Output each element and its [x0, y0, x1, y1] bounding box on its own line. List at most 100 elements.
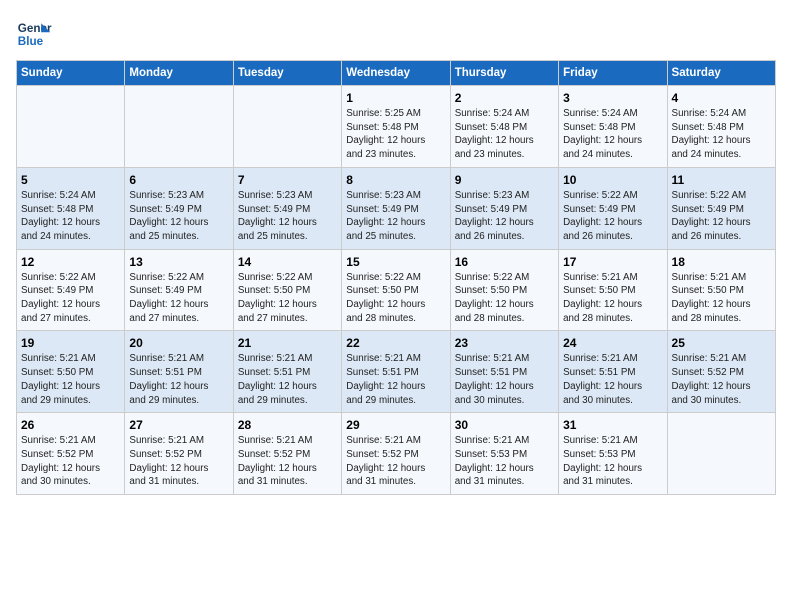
calendar-cell: 21 Sunrise: 5:21 AM Sunset: 5:51 PM Dayli…: [233, 331, 341, 413]
day-info: Sunrise: 5:21 AM Sunset: 5:51 PM Dayligh…: [563, 352, 662, 407]
calendar-cell: [17, 86, 125, 168]
calendar-cell: 29 Sunrise: 5:21 AM Sunset: 5:52 PM Dayli…: [342, 413, 450, 495]
calendar-cell: 15 Sunrise: 5:22 AM Sunset: 5:50 PM Dayli…: [342, 249, 450, 331]
day-number: 12: [21, 255, 120, 269]
day-info: Sunrise: 5:21 AM Sunset: 5:50 PM Dayligh…: [21, 352, 120, 407]
day-info: Sunrise: 5:21 AM Sunset: 5:51 PM Dayligh…: [455, 352, 554, 407]
col-header-monday: Monday: [125, 61, 233, 86]
calendar-cell: 1 Sunrise: 5:25 AM Sunset: 5:48 PM Daylig…: [342, 86, 450, 168]
day-number: 1: [346, 91, 445, 105]
calendar-cell: 7 Sunrise: 5:23 AM Sunset: 5:49 PM Daylig…: [233, 167, 341, 249]
day-number: 28: [238, 418, 337, 432]
col-header-wednesday: Wednesday: [342, 61, 450, 86]
day-number: 18: [672, 255, 771, 269]
logo-icon: General Blue: [16, 16, 52, 52]
calendar-cell: 31 Sunrise: 5:21 AM Sunset: 5:53 PM Dayli…: [559, 413, 667, 495]
logo: General Blue: [16, 16, 52, 52]
day-number: 26: [21, 418, 120, 432]
calendar-cell: 9 Sunrise: 5:23 AM Sunset: 5:49 PM Daylig…: [450, 167, 558, 249]
day-info: Sunrise: 5:21 AM Sunset: 5:52 PM Dayligh…: [238, 434, 337, 489]
calendar-cell: [233, 86, 341, 168]
calendar-cell: 12 Sunrise: 5:22 AM Sunset: 5:49 PM Dayli…: [17, 249, 125, 331]
calendar-cell: 22 Sunrise: 5:21 AM Sunset: 5:51 PM Dayli…: [342, 331, 450, 413]
day-number: 22: [346, 336, 445, 350]
day-number: 6: [129, 173, 228, 187]
calendar-cell: 14 Sunrise: 5:22 AM Sunset: 5:50 PM Dayli…: [233, 249, 341, 331]
day-number: 2: [455, 91, 554, 105]
col-header-saturday: Saturday: [667, 61, 775, 86]
day-number: 11: [672, 173, 771, 187]
page-header: General Blue: [16, 16, 776, 52]
day-number: 9: [455, 173, 554, 187]
day-info: Sunrise: 5:24 AM Sunset: 5:48 PM Dayligh…: [21, 189, 120, 244]
calendar-cell: 2 Sunrise: 5:24 AM Sunset: 5:48 PM Daylig…: [450, 86, 558, 168]
day-info: Sunrise: 5:22 AM Sunset: 5:49 PM Dayligh…: [21, 271, 120, 326]
calendar-cell: [667, 413, 775, 495]
col-header-thursday: Thursday: [450, 61, 558, 86]
day-info: Sunrise: 5:21 AM Sunset: 5:51 PM Dayligh…: [238, 352, 337, 407]
calendar-cell: 10 Sunrise: 5:22 AM Sunset: 5:49 PM Dayli…: [559, 167, 667, 249]
calendar-cell: 8Sunrise: 5:23 AM Sunset: 5:49 PM Daylig…: [342, 167, 450, 249]
calendar-header-row: SundayMondayTuesdayWednesdayThursdayFrid…: [17, 61, 776, 86]
calendar-cell: 20Sunrise: 5:21 AM Sunset: 5:51 PM Dayli…: [125, 331, 233, 413]
calendar-week-row: 1 Sunrise: 5:25 AM Sunset: 5:48 PM Daylig…: [17, 86, 776, 168]
day-number: 10: [563, 173, 662, 187]
day-number: 4: [672, 91, 771, 105]
calendar-cell: 25 Sunrise: 5:21 AM Sunset: 5:52 PM Dayli…: [667, 331, 775, 413]
svg-text:Blue: Blue: [18, 35, 44, 48]
calendar-cell: 16 Sunrise: 5:22 AM Sunset: 5:50 PM Dayli…: [450, 249, 558, 331]
day-info: Sunrise: 5:24 AM Sunset: 5:48 PM Dayligh…: [455, 107, 554, 162]
day-number: 3: [563, 91, 662, 105]
calendar-cell: 4 Sunrise: 5:24 AM Sunset: 5:48 PM Daylig…: [667, 86, 775, 168]
day-info: Sunrise: 5:23 AM Sunset: 5:49 PM Dayligh…: [455, 189, 554, 244]
day-info: Sunrise: 5:24 AM Sunset: 5:48 PM Dayligh…: [672, 107, 771, 162]
day-info: Sunrise: 5:21 AM Sunset: 5:53 PM Dayligh…: [563, 434, 662, 489]
day-info: Sunrise: 5:21 AM Sunset: 5:51 PM Dayligh…: [346, 352, 445, 407]
calendar-cell: 3 Sunrise: 5:24 AM Sunset: 5:48 PM Daylig…: [559, 86, 667, 168]
calendar-cell: 30 Sunrise: 5:21 AM Sunset: 5:53 PM Dayli…: [450, 413, 558, 495]
day-number: 30: [455, 418, 554, 432]
calendar-week-row: 26 Sunrise: 5:21 AM Sunset: 5:52 PM Dayli…: [17, 413, 776, 495]
day-info: Sunrise: 5:22 AM Sunset: 5:50 PM Dayligh…: [455, 271, 554, 326]
day-number: 16: [455, 255, 554, 269]
day-info: Sunrise: 5:23 AM Sunset: 5:49 PM Dayligh…: [238, 189, 337, 244]
day-number: 31: [563, 418, 662, 432]
day-number: 19: [21, 336, 120, 350]
calendar-week-row: 19 Sunrise: 5:21 AM Sunset: 5:50 PM Dayli…: [17, 331, 776, 413]
calendar-cell: 5 Sunrise: 5:24 AM Sunset: 5:48 PM Daylig…: [17, 167, 125, 249]
col-header-tuesday: Tuesday: [233, 61, 341, 86]
day-info: Sunrise: 5:23 AM Sunset: 5:49 PM Dayligh…: [129, 189, 228, 244]
day-number: 29: [346, 418, 445, 432]
day-info: Sunrise: 5:22 AM Sunset: 5:49 PM Dayligh…: [129, 271, 228, 326]
calendar-cell: [125, 86, 233, 168]
day-number: 25: [672, 336, 771, 350]
day-number: 7: [238, 173, 337, 187]
day-number: 23: [455, 336, 554, 350]
calendar-cell: 19 Sunrise: 5:21 AM Sunset: 5:50 PM Dayli…: [17, 331, 125, 413]
day-number: 21: [238, 336, 337, 350]
day-info: Sunrise: 5:25 AM Sunset: 5:48 PM Dayligh…: [346, 107, 445, 162]
calendar-cell: 24Sunrise: 5:21 AM Sunset: 5:51 PM Dayli…: [559, 331, 667, 413]
calendar-cell: 11Sunrise: 5:22 AM Sunset: 5:49 PM Dayli…: [667, 167, 775, 249]
calendar-table: SundayMondayTuesdayWednesdayThursdayFrid…: [16, 60, 776, 495]
day-info: Sunrise: 5:22 AM Sunset: 5:50 PM Dayligh…: [346, 271, 445, 326]
day-info: Sunrise: 5:22 AM Sunset: 5:49 PM Dayligh…: [563, 189, 662, 244]
day-info: Sunrise: 5:21 AM Sunset: 5:52 PM Dayligh…: [346, 434, 445, 489]
day-info: Sunrise: 5:21 AM Sunset: 5:53 PM Dayligh…: [455, 434, 554, 489]
calendar-cell: 6 Sunrise: 5:23 AM Sunset: 5:49 PM Daylig…: [125, 167, 233, 249]
day-info: Sunrise: 5:24 AM Sunset: 5:48 PM Dayligh…: [563, 107, 662, 162]
day-info: Sunrise: 5:22 AM Sunset: 5:50 PM Dayligh…: [238, 271, 337, 326]
day-number: 13: [129, 255, 228, 269]
day-number: 8: [346, 173, 445, 187]
calendar-cell: 23 Sunrise: 5:21 AM Sunset: 5:51 PM Dayli…: [450, 331, 558, 413]
day-number: 5: [21, 173, 120, 187]
day-info: Sunrise: 5:21 AM Sunset: 5:52 PM Dayligh…: [21, 434, 120, 489]
col-header-friday: Friday: [559, 61, 667, 86]
calendar-cell: 18Sunrise: 5:21 AM Sunset: 5:50 PM Dayli…: [667, 249, 775, 331]
day-info: Sunrise: 5:21 AM Sunset: 5:52 PM Dayligh…: [129, 434, 228, 489]
calendar-cell: 27Sunrise: 5:21 AM Sunset: 5:52 PM Dayli…: [125, 413, 233, 495]
calendar-cell: 28 Sunrise: 5:21 AM Sunset: 5:52 PM Dayli…: [233, 413, 341, 495]
day-number: 15: [346, 255, 445, 269]
day-info: Sunrise: 5:21 AM Sunset: 5:52 PM Dayligh…: [672, 352, 771, 407]
day-number: 14: [238, 255, 337, 269]
